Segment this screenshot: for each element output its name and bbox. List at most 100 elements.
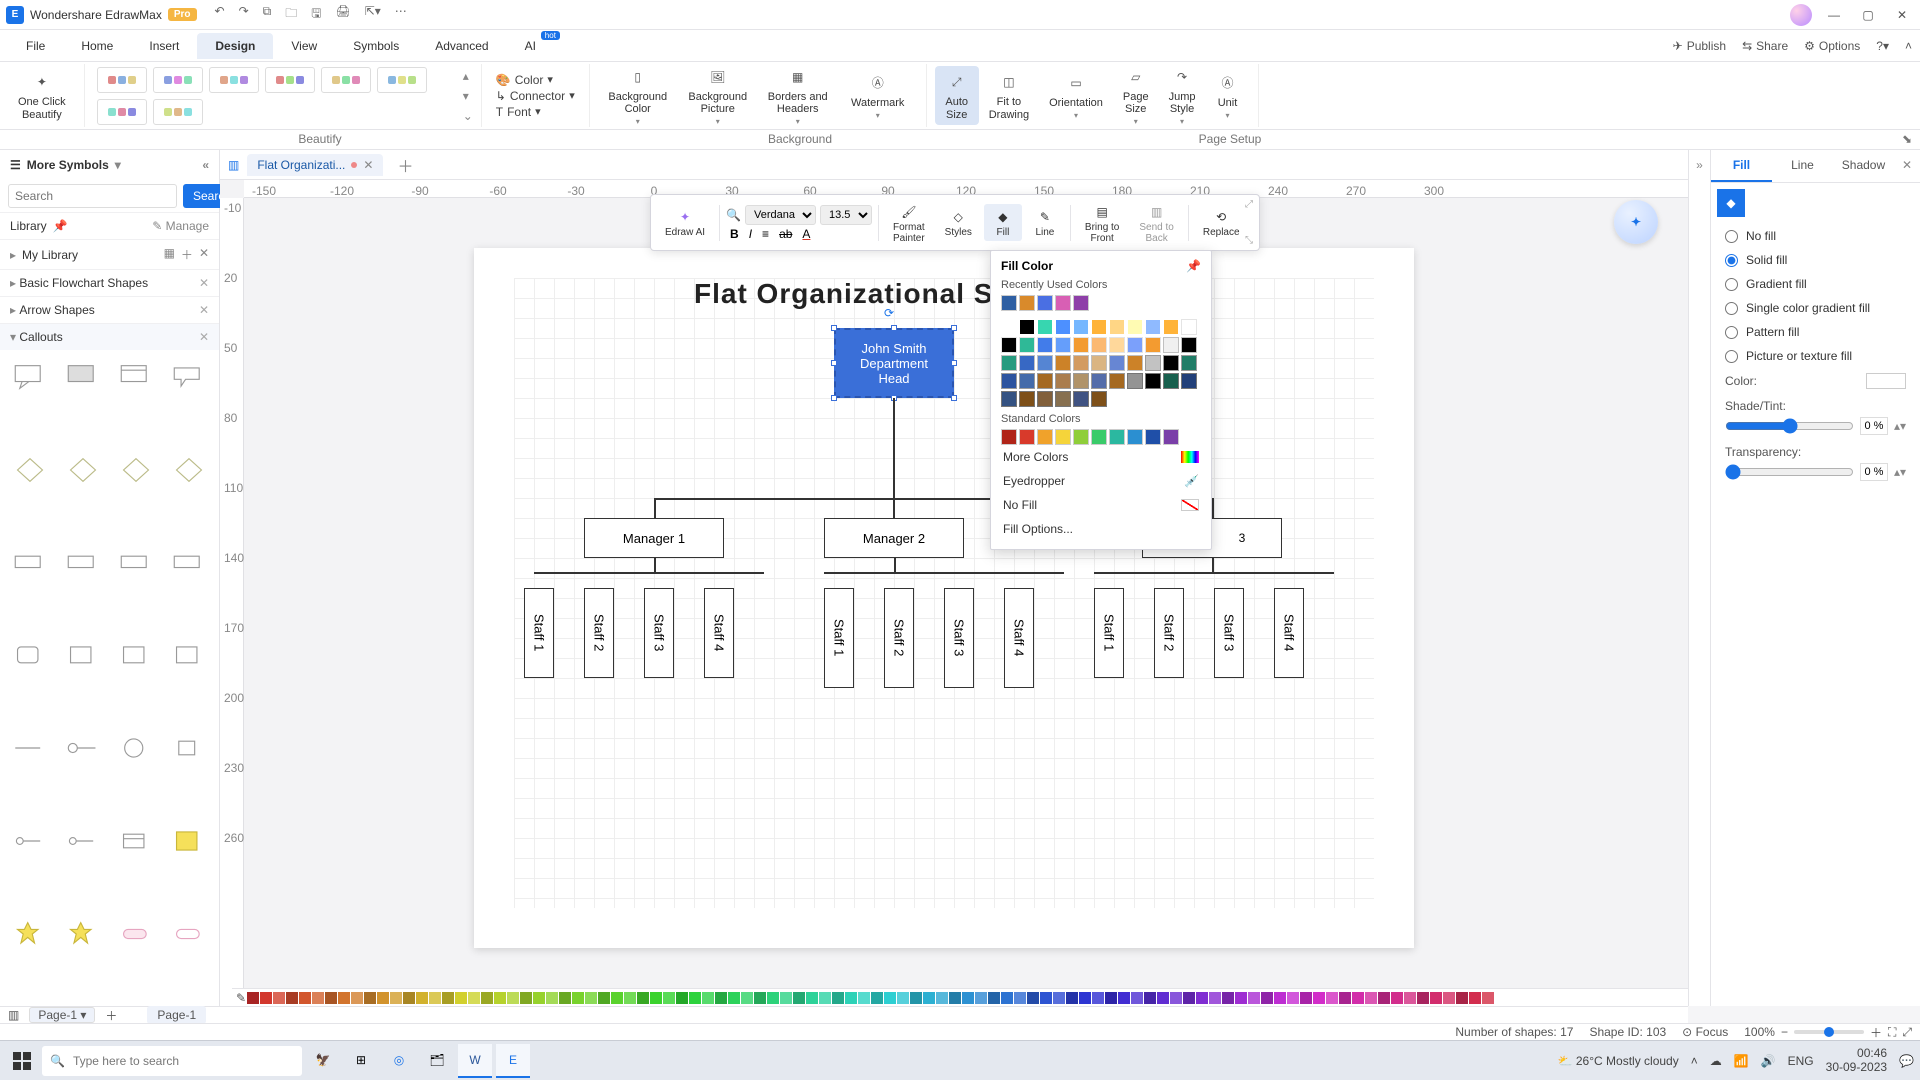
help-button[interactable]: ?▾	[1876, 39, 1889, 53]
line-button[interactable]: ✎Line	[1026, 204, 1064, 241]
close-panel-button[interactable]: ✕	[1894, 150, 1920, 182]
callout-shape[interactable]	[8, 544, 51, 582]
color-swatch[interactable]	[1001, 319, 1017, 335]
org-staff-node[interactable]: Staff 4	[1274, 588, 1304, 678]
color-swatch[interactable]	[468, 992, 480, 1004]
callout-shape[interactable]	[168, 729, 211, 767]
color-swatch[interactable]	[1326, 992, 1338, 1004]
color-picker-button[interactable]	[1866, 373, 1906, 389]
send-to-back-button[interactable]: ▥Send to Back	[1131, 199, 1181, 246]
page-tab[interactable]: Page-1	[147, 1006, 206, 1024]
color-swatch[interactable]	[1109, 319, 1125, 335]
font-color-button[interactable]: A	[802, 227, 810, 241]
watermark-button[interactable]: ⒶWatermark▾	[838, 67, 918, 124]
menu-view[interactable]: View	[273, 33, 335, 59]
callout-shape[interactable]	[115, 358, 158, 396]
page-selector[interactable]: Page-1 ▾	[29, 1007, 95, 1023]
color-swatch[interactable]	[1181, 337, 1197, 353]
color-swatch[interactable]	[1209, 992, 1221, 1004]
new-icon[interactable]: ⧉	[263, 4, 272, 25]
page-layout-icon[interactable]: ▥	[8, 1008, 19, 1022]
pagesetup-launcher-icon[interactable]: ⬊	[1902, 132, 1912, 146]
theme-connector-button[interactable]: ↳Connector▾	[496, 89, 575, 103]
no-fill-option[interactable]: No Fill	[1001, 493, 1201, 517]
color-swatch[interactable]	[650, 992, 662, 1004]
transparency-slider[interactable]	[1725, 464, 1854, 480]
callout-shape[interactable]	[61, 451, 104, 489]
manage-button[interactable]: ✎ Manage	[152, 219, 209, 233]
unit-button[interactable]: ⒶUnit▾	[1206, 67, 1250, 124]
callout-shape[interactable]	[61, 637, 104, 675]
color-swatch[interactable]	[1019, 355, 1035, 371]
callout-shape[interactable]	[115, 822, 158, 860]
eyedropper-icon[interactable]: ✎	[236, 991, 246, 1005]
color-swatch[interactable]	[1261, 992, 1273, 1004]
color-swatch[interactable]	[598, 992, 610, 1004]
org-staff-node[interactable]: Staff 2	[1154, 588, 1184, 678]
color-swatch[interactable]	[1055, 319, 1071, 335]
color-swatch[interactable]	[1145, 429, 1161, 445]
callout-shape[interactable]	[8, 358, 51, 396]
color-swatch[interactable]	[819, 992, 831, 1004]
callout-shape[interactable]	[115, 637, 158, 675]
callout-shape[interactable]	[8, 729, 51, 767]
org-staff-node[interactable]: Staff 4	[1004, 588, 1034, 688]
color-swatch[interactable]	[1163, 373, 1179, 389]
save-icon[interactable]: 🖫	[311, 4, 321, 25]
color-swatch[interactable]	[1037, 319, 1053, 335]
undo-icon[interactable]: ↶	[215, 4, 225, 25]
callout-shape[interactable]	[8, 822, 51, 860]
callout-shape[interactable]	[8, 451, 51, 489]
color-swatch[interactable]	[1196, 992, 1208, 1004]
callout-shape[interactable]	[168, 358, 211, 396]
color-swatch[interactable]	[1131, 992, 1143, 1004]
color-swatch[interactable]	[767, 992, 779, 1004]
color-swatch[interactable]	[1181, 355, 1197, 371]
replace-button[interactable]: ⟲Replace	[1195, 204, 1248, 241]
color-swatch[interactable]	[1037, 373, 1053, 389]
color-swatch[interactable]	[1040, 992, 1052, 1004]
color-swatch[interactable]	[1055, 373, 1071, 389]
focus-toggle[interactable]: ⊙ Focus	[1682, 1025, 1728, 1039]
callout-shape[interactable]	[168, 451, 211, 489]
color-swatch[interactable]	[1091, 355, 1107, 371]
edraw-ai-button[interactable]: ✦Edraw AI	[657, 204, 713, 241]
color-swatch[interactable]	[1109, 337, 1125, 353]
color-swatch[interactable]	[793, 992, 805, 1004]
callout-shape[interactable]	[61, 915, 104, 953]
selection-handle[interactable]	[831, 395, 837, 401]
color-swatch[interactable]	[1019, 391, 1035, 407]
fill-option-gradient[interactable]: Gradient fill	[1725, 277, 1906, 291]
color-swatch[interactable]	[1339, 992, 1351, 1004]
color-swatch[interactable]	[1066, 992, 1078, 1004]
callout-shape[interactable]	[168, 544, 211, 582]
color-swatch[interactable]	[416, 992, 428, 1004]
color-swatch[interactable]	[1248, 992, 1260, 1004]
panel-tab-shadow[interactable]: Shadow	[1833, 150, 1894, 182]
color-swatch[interactable]	[1417, 992, 1429, 1004]
color-swatch[interactable]	[533, 992, 545, 1004]
color-swatch[interactable]	[858, 992, 870, 1004]
color-swatch[interactable]	[1073, 391, 1089, 407]
color-swatch[interactable]	[1091, 373, 1107, 389]
color-swatch[interactable]	[741, 992, 753, 1004]
color-swatch[interactable]	[299, 992, 311, 1004]
shade-value[interactable]: 0 %	[1860, 417, 1888, 435]
color-swatch[interactable]	[1001, 295, 1017, 311]
color-swatch[interactable]	[1145, 337, 1161, 353]
color-swatch[interactable]	[910, 992, 922, 1004]
color-swatch[interactable]	[559, 992, 571, 1004]
callout-shape[interactable]	[115, 729, 158, 767]
fill-option-picture[interactable]: Picture or texture fill	[1725, 349, 1906, 363]
document-tab[interactable]: Flat Organizati... ✕	[247, 154, 383, 176]
expand-right-panel-button[interactable]: »	[1688, 150, 1710, 1006]
color-swatch[interactable]	[715, 992, 727, 1004]
start-button[interactable]	[6, 1045, 38, 1077]
color-swatch[interactable]	[1145, 319, 1161, 335]
color-swatch[interactable]	[1001, 337, 1017, 353]
color-swatch[interactable]	[728, 992, 740, 1004]
color-swatch[interactable]	[702, 992, 714, 1004]
color-swatch[interactable]	[1181, 373, 1197, 389]
task-view-icon[interactable]: ⊞	[344, 1044, 378, 1078]
color-swatch[interactable]	[1469, 992, 1481, 1004]
